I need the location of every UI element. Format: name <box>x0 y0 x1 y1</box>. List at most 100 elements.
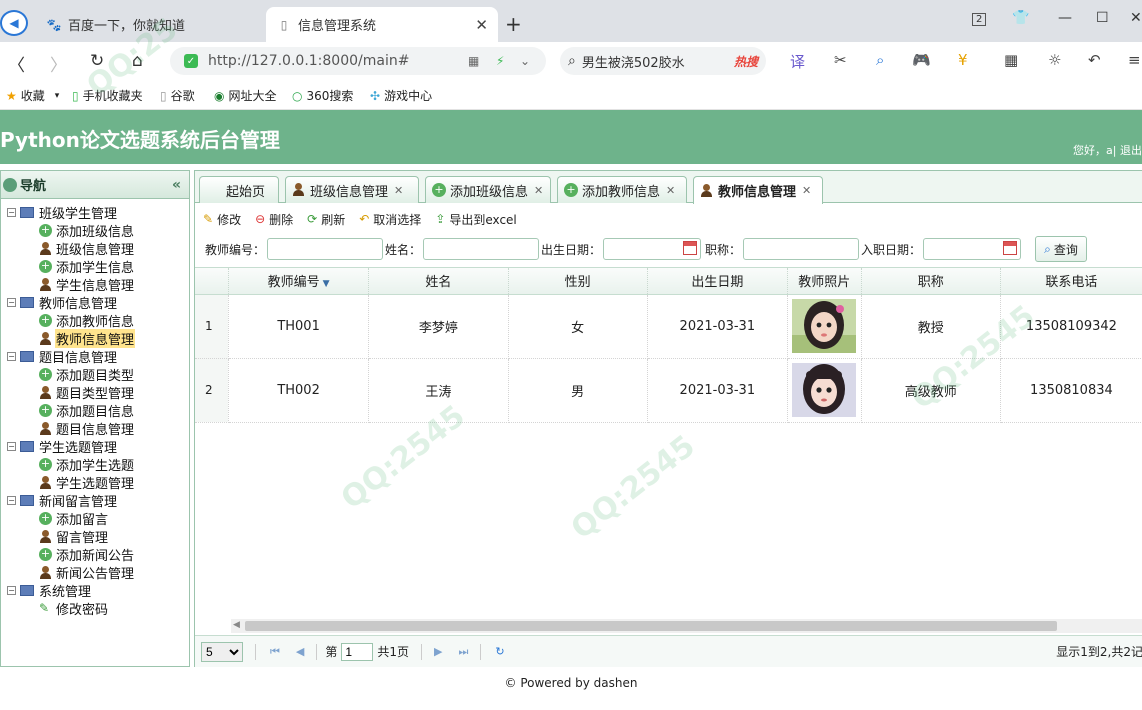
nav-item[interactable]: + 添加留言 <box>1 509 189 528</box>
export-excel-button[interactable]: ⇪ 导出到excel <box>435 211 516 228</box>
close-tab-icon[interactable]: ✕ <box>666 184 675 197</box>
gamepad-icon[interactable]: 🎮 <box>912 51 931 69</box>
delete-button[interactable]: ⊖ 删除 <box>255 211 293 228</box>
tab-count-badge[interactable]: 2 <box>972 13 987 26</box>
qr-icon[interactable]: ▦ <box>468 54 479 68</box>
query-button[interactable]: ⌕ 查询 <box>1035 236 1087 262</box>
undo-icon[interactable]: ↶ <box>1088 51 1101 69</box>
bookmark-google[interactable]: ▯ 谷歌 <box>160 87 195 104</box>
nav-item[interactable]: 题目类型管理 <box>1 383 189 402</box>
nav-group[interactable]: − 班级学生管理 <box>1 203 189 222</box>
new-tab-icon[interactable]: + <box>505 12 522 36</box>
close-tab-icon[interactable]: ✕ <box>534 184 543 197</box>
page-number-input[interactable] <box>341 642 374 661</box>
nav-item[interactable]: 新闻公告管理 <box>1 563 189 582</box>
table-row[interactable]: 1 TH001 李梦婷 女 2021-03-31 教授 13508109342 <box>195 294 1142 359</box>
back-icon[interactable]: 〈 <box>8 51 25 76</box>
horizontal-scrollbar[interactable]: ◀ <box>231 619 1142 633</box>
grid-icon[interactable]: ▦ <box>1004 51 1018 69</box>
refresh-button[interactable]: ⟳ 刷新 <box>307 211 345 228</box>
bookmark-mobile[interactable]: ▯ 手机收藏夹 <box>72 87 143 104</box>
browser-tab-active[interactable]: ▯ 信息管理系统 ✕ <box>266 7 498 42</box>
content-tab[interactable]: 班级信息管理 ✕ <box>285 176 419 203</box>
column-header-teacher-no[interactable]: 教师编号 ▼ <box>228 268 370 295</box>
title-input[interactable] <box>743 238 860 260</box>
name-input[interactable] <box>423 238 540 260</box>
close-tab-icon[interactable]: ✕ <box>394 184 403 197</box>
brightness-icon[interactable]: ☼ <box>1048 51 1061 69</box>
scrollbar-thumb[interactable] <box>245 621 1057 631</box>
bookmark-360[interactable]: ○ 360搜索 <box>292 87 353 104</box>
column-header-gender[interactable]: 性别 <box>508 268 648 295</box>
prev-page-icon[interactable]: ◀ <box>296 645 304 658</box>
nav-item[interactable]: 留言管理 <box>1 527 189 546</box>
first-page-icon[interactable]: ⏮ <box>270 645 280 659</box>
nav-item[interactable]: ✎ 修改密码 <box>1 599 189 618</box>
column-header-birth-date[interactable]: 出生日期 <box>647 268 788 295</box>
content-tab[interactable]: + 添加教师信息 ✕ <box>557 176 687 203</box>
browser-tab-baidu[interactable]: 🐾 百度一下，你就知道 <box>36 7 264 42</box>
nav-item[interactable]: + 添加班级信息 <box>1 221 189 240</box>
collapse-toggle-icon[interactable]: − <box>7 297 16 307</box>
menu-icon[interactable]: ≡ <box>1128 51 1141 69</box>
reload-icon[interactable]: ↻ <box>90 51 104 71</box>
collapse-toggle-icon[interactable]: − <box>7 585 16 595</box>
column-header-photo[interactable]: 教师照片 <box>787 268 862 295</box>
teacher-no-input[interactable] <box>267 238 384 260</box>
collapse-toggle-icon[interactable]: − <box>7 495 16 505</box>
nav-item[interactable]: 学生信息管理 <box>1 275 189 294</box>
reload-grid-icon[interactable]: ↻ <box>495 645 504 658</box>
nav-item[interactable]: + 添加题目信息 <box>1 401 189 420</box>
nav-group[interactable]: − 题目信息管理 <box>1 347 189 366</box>
cancel-select-button[interactable]: ↶ 取消选择 <box>359 211 421 228</box>
url-field[interactable]: ✓ http://127.0.0.1:8000/main# ▦ ⚡ ⌄ <box>170 47 546 75</box>
forward-icon[interactable]: 〉 <box>50 51 67 76</box>
scroll-left-icon[interactable]: ◀ <box>233 620 240 630</box>
teacher-photo[interactable] <box>792 363 857 417</box>
collapse-toggle-icon[interactable]: − <box>7 207 16 217</box>
nav-item[interactable]: 班级信息管理 <box>1 239 189 258</box>
close-tab-icon[interactable]: ✕ <box>802 184 811 197</box>
nav-item[interactable]: 题目信息管理 <box>1 419 189 438</box>
nav-group[interactable]: − 系统管理 <box>1 581 189 600</box>
scissors-icon[interactable]: ✂ <box>834 51 847 69</box>
wallet-icon[interactable]: ¥ <box>958 51 968 69</box>
page-size-select[interactable]: 5 <box>201 641 243 662</box>
nav-item[interactable]: + 添加学生信息 <box>1 257 189 276</box>
nav-item[interactable]: 学生选题管理 <box>1 473 189 492</box>
bookmark-games[interactable]: ✣ 游戏中心 <box>370 87 432 104</box>
nav-group[interactable]: − 新闻留言管理 <box>1 491 189 510</box>
nav-item[interactable]: + 添加题目类型 <box>1 365 189 384</box>
lightning-icon[interactable]: ⚡ <box>496 54 504 68</box>
last-page-icon[interactable]: ⏭ <box>459 645 469 659</box>
nav-item[interactable]: + 添加教师信息 <box>1 311 189 330</box>
collapse-toggle-icon[interactable]: − <box>7 351 16 361</box>
content-tab[interactable]: + 添加班级信息 ✕ <box>425 176 551 203</box>
content-tab[interactable]: 起始页 <box>199 176 279 203</box>
column-header-name[interactable]: 姓名 <box>368 268 509 295</box>
minimize-icon[interactable]: — <box>1058 10 1072 26</box>
calendar-icon[interactable] <box>1003 241 1018 255</box>
nav-item[interactable]: + 添加新闻公告 <box>1 545 189 564</box>
search-box[interactable]: ⌕ 男生被浇502胶水 热搜 <box>560 47 766 75</box>
collapse-toggle-icon[interactable]: − <box>7 441 16 451</box>
close-tab-icon[interactable]: ✕ <box>475 16 488 34</box>
home-icon[interactable]: ⌂ <box>132 51 143 71</box>
chevron-down-icon[interactable]: ⌄ <box>520 54 530 68</box>
maximize-icon[interactable]: ☐ <box>1096 10 1109 26</box>
close-window-icon[interactable]: ✕ <box>1130 10 1142 26</box>
browser-logo-icon[interactable]: ◀ <box>0 10 28 36</box>
content-tab[interactable]: 教师信息管理 ✕ <box>693 176 823 204</box>
shirt-icon[interactable]: 👕 <box>1012 10 1029 26</box>
column-header-title[interactable]: 职称 <box>861 268 1001 295</box>
column-header-phone[interactable]: 联系电话 <box>1000 268 1142 295</box>
user-info[interactable]: 您好，a| 退出 <box>1073 142 1142 158</box>
collapse-icon[interactable]: « <box>172 177 181 193</box>
nav-group[interactable]: − 学生选题管理 <box>1 437 189 456</box>
calendar-icon[interactable] <box>683 241 698 255</box>
nav-item[interactable]: 教师信息管理 <box>1 328 189 348</box>
teacher-photo[interactable] <box>792 299 857 353</box>
next-page-icon[interactable]: ▶ <box>434 645 442 658</box>
nav-group[interactable]: − 教师信息管理 <box>1 293 189 312</box>
nav-item[interactable]: + 添加学生选题 <box>1 455 189 474</box>
